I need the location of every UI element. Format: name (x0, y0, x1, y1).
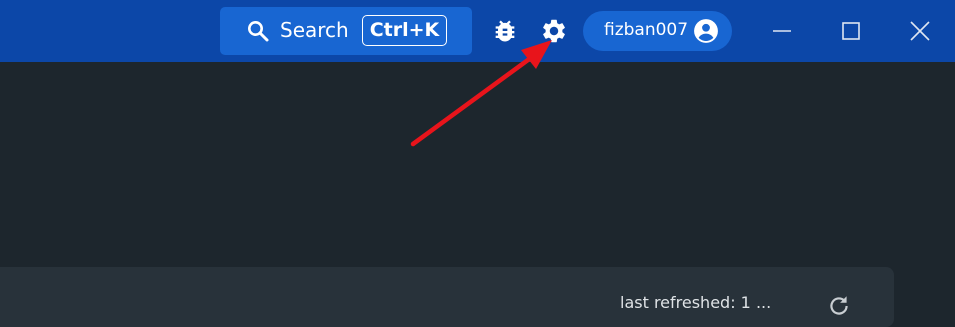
username-label: fizban007 (604, 20, 689, 40)
account-circle-icon (694, 19, 718, 43)
search-label: Search (280, 18, 349, 42)
search-icon (248, 21, 269, 42)
search-button[interactable]: Search Ctrl+K (220, 7, 472, 55)
minimize-icon[interactable] (767, 16, 797, 46)
refresh-icon[interactable] (826, 293, 852, 319)
content-card: last refreshed: 1 ... (0, 267, 894, 327)
search-shortcut-hint: Ctrl+K (362, 15, 447, 46)
close-icon[interactable] (905, 16, 935, 46)
bug-icon[interactable] (491, 17, 519, 45)
titlebar: Search Ctrl+K fizban007 (0, 0, 955, 62)
user-account-button[interactable]: fizban007 (583, 11, 732, 51)
maximize-icon[interactable] (836, 16, 866, 46)
gear-icon[interactable] (540, 17, 568, 45)
